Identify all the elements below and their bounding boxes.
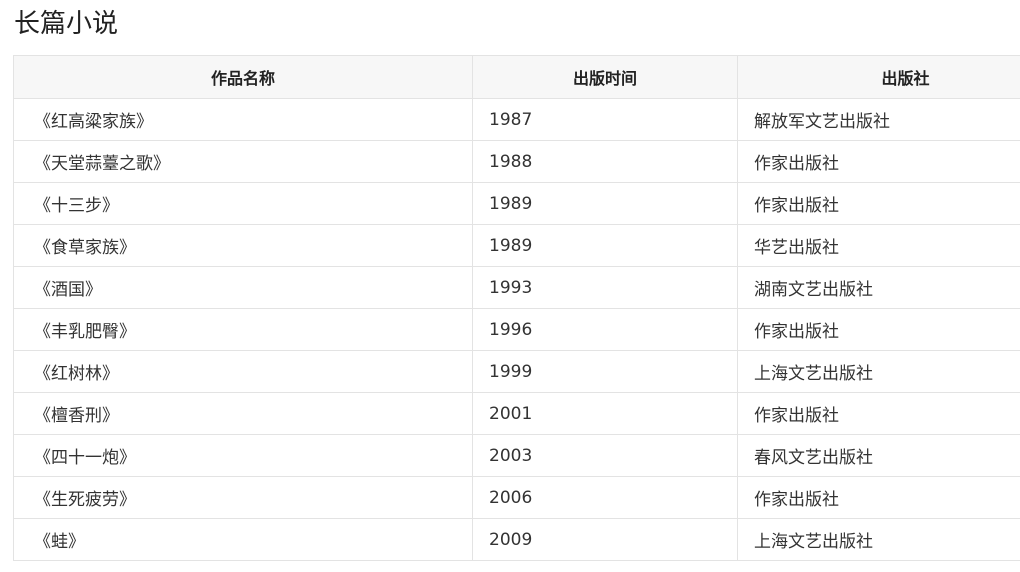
publish-year-cell: 1988 — [472, 140, 738, 183]
publisher-cell: 湖南文艺出版社 — [737, 266, 1020, 309]
publisher-cell: 上海文艺出版社 — [737, 350, 1020, 393]
publisher-cell: 作家出版社 — [737, 476, 1020, 519]
table-header-row: 作品名称 出版时间 出版社 — [13, 55, 1020, 99]
publish-year-cell: 1989 — [472, 224, 738, 267]
publish-year-cell: 1999 — [472, 350, 738, 393]
work-title-cell: 《生死疲劳》 — [13, 476, 473, 519]
work-title-cell: 《十三步》 — [13, 182, 473, 225]
table-header: 作品名称 出版时间 出版社 — [13, 55, 1020, 99]
table-row: 《红树林》 1999 上海文艺出版社 — [13, 350, 1020, 393]
publish-year-cell: 2006 — [472, 476, 738, 519]
table-row: 《四十一炮》 2003 春风文艺出版社 — [13, 434, 1020, 477]
table-row: 《食草家族》 1989 华艺出版社 — [13, 224, 1020, 267]
work-title-cell: 《食草家族》 — [13, 224, 473, 267]
publisher-cell: 华艺出版社 — [737, 224, 1020, 267]
works-table: 作品名称 出版时间 出版社 《红高粱家族》 1987 解放军文艺出版社 《天堂蒜… — [13, 55, 1020, 561]
publisher-cell: 作家出版社 — [737, 182, 1020, 225]
work-title-cell: 《酒国》 — [13, 266, 473, 309]
publisher-cell: 作家出版社 — [737, 140, 1020, 183]
publish-year-cell: 2001 — [472, 392, 738, 435]
publish-year-cell: 1989 — [472, 182, 738, 225]
publisher-cell: 春风文艺出版社 — [737, 434, 1020, 477]
works-table-container: 作品名称 出版时间 出版社 《红高粱家族》 1987 解放军文艺出版社 《天堂蒜… — [13, 55, 1020, 561]
publisher-cell: 作家出版社 — [737, 392, 1020, 435]
table-row: 《十三步》 1989 作家出版社 — [13, 182, 1020, 225]
table-row: 《天堂蒜薹之歌》 1988 作家出版社 — [13, 140, 1020, 183]
column-header-publisher: 出版社 — [737, 55, 1020, 99]
publish-year-cell: 2003 — [472, 434, 738, 477]
table-row: 《生死疲劳》 2006 作家出版社 — [13, 476, 1020, 519]
publish-year-cell: 1993 — [472, 266, 738, 309]
work-title-cell: 《蛙》 — [13, 518, 473, 561]
page-title: 长篇小说 — [14, 9, 119, 39]
table-row: 《檀香刑》 2001 作家出版社 — [13, 392, 1020, 435]
table-row: 《酒国》 1993 湖南文艺出版社 — [13, 266, 1020, 309]
publish-year-cell: 2009 — [472, 518, 738, 561]
work-title-cell: 《檀香刑》 — [13, 392, 473, 435]
table-row: 《蛙》 2009 上海文艺出版社 — [13, 518, 1020, 561]
publisher-cell: 解放军文艺出版社 — [737, 98, 1020, 141]
work-title-cell: 《丰乳肥臀》 — [13, 308, 473, 351]
column-header-year: 出版时间 — [472, 55, 738, 99]
column-header-title: 作品名称 — [13, 55, 473, 99]
table-row: 《丰乳肥臀》 1996 作家出版社 — [13, 308, 1020, 351]
work-title-cell: 《红树林》 — [13, 350, 473, 393]
publish-year-cell: 1996 — [472, 308, 738, 351]
work-title-cell: 《天堂蒜薹之歌》 — [13, 140, 473, 183]
table-body: 《红高粱家族》 1987 解放军文艺出版社 《天堂蒜薹之歌》 1988 作家出版… — [13, 98, 1020, 561]
publish-year-cell: 1987 — [472, 98, 738, 141]
publisher-cell: 上海文艺出版社 — [737, 518, 1020, 561]
work-title-cell: 《四十一炮》 — [13, 434, 473, 477]
table-row: 《红高粱家族》 1987 解放军文艺出版社 — [13, 98, 1020, 141]
publisher-cell: 作家出版社 — [737, 308, 1020, 351]
work-title-cell: 《红高粱家族》 — [13, 98, 473, 141]
